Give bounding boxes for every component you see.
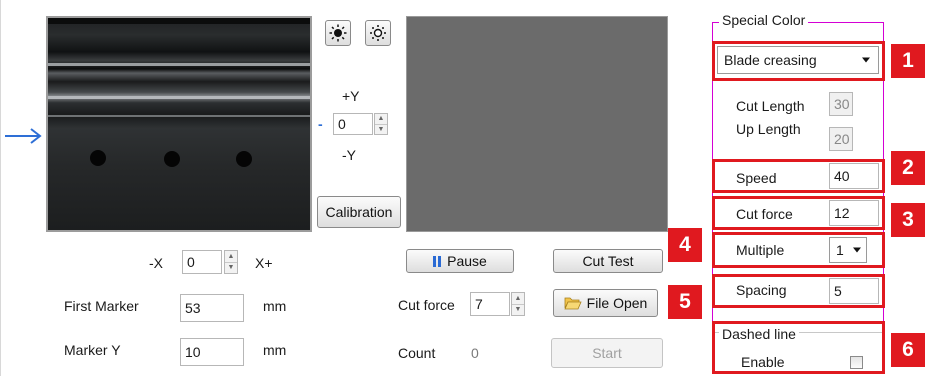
y-offset-input[interactable]: 0 <box>333 113 373 135</box>
cut-test-button[interactable]: Cut Test <box>553 249 663 273</box>
count-value: 0 <box>471 345 479 361</box>
plus-y-label: +Y <box>342 88 360 104</box>
multiple-value: 1 <box>836 242 844 258</box>
sun-filled-icon <box>329 24 347 42</box>
spin-down-icon[interactable]: ▼ <box>375 123 387 135</box>
cut-force-label: Cut force <box>398 297 455 313</box>
cut-force-input[interactable]: 7 <box>470 292 510 316</box>
spin-down-icon[interactable]: ▼ <box>225 261 237 274</box>
rail-highlight <box>48 115 310 117</box>
first-marker-label: First Marker <box>64 298 139 314</box>
y-position-marker: - <box>318 116 323 132</box>
x-offset-input[interactable]: 0 <box>182 250 222 274</box>
callout-badge-3: 3 <box>891 203 925 237</box>
mode-value: Blade creasing <box>724 52 817 68</box>
cut-length-input: 30 <box>829 92 853 116</box>
callout-badge-4: 4 <box>668 228 702 262</box>
brightness-down-button[interactable] <box>365 20 391 46</box>
cut-force-spinner[interactable]: ▲ ▼ <box>511 292 525 316</box>
arrow-right-icon <box>5 128 42 144</box>
spin-down-icon[interactable]: ▼ <box>512 303 524 316</box>
up-length-input: 20 <box>829 127 853 151</box>
plus-x-label: X+ <box>255 255 273 271</box>
file-open-button[interactable]: File Open <box>553 289 658 317</box>
multiple-label: Multiple <box>736 242 785 258</box>
enable-dashed-line-checkbox[interactable] <box>850 356 863 369</box>
pause-button[interactable]: Pause <box>406 249 514 273</box>
start-button[interactable]: Start <box>551 338 663 368</box>
brightness-up-button[interactable] <box>325 20 351 46</box>
special-color-mode-select[interactable]: Blade creasing <box>717 46 879 74</box>
chevron-down-icon <box>853 247 861 253</box>
enable-label: Enable <box>741 354 785 370</box>
cut-length-label: Cut Length <box>736 98 805 114</box>
special-cut-force-input[interactable]: 12 <box>829 200 879 226</box>
special-color-title: Special Color <box>719 12 809 28</box>
rail-highlight <box>48 63 310 66</box>
sun-outline-icon <box>370 25 386 41</box>
spin-up-icon[interactable]: ▲ <box>375 114 387 124</box>
minus-y-label: -Y <box>342 147 356 163</box>
pause-label: Pause <box>447 253 487 269</box>
speed-input[interactable]: 40 <box>829 163 879 189</box>
special-cut-force-label: Cut force <box>736 206 793 222</box>
marker-hole <box>164 151 180 167</box>
spacing-label: Spacing <box>736 282 787 298</box>
marker-hole <box>90 150 106 166</box>
rail-highlight <box>48 96 310 99</box>
callout-badge-2: 2 <box>891 151 925 185</box>
first-marker-input[interactable]: 53 <box>180 294 244 322</box>
callout-badge-5: 5 <box>668 285 702 319</box>
cut-preview-area <box>406 16 668 232</box>
chevron-down-icon <box>862 57 870 63</box>
spacing-input[interactable]: 5 <box>829 278 879 304</box>
spin-up-icon[interactable]: ▲ <box>512 293 524 304</box>
file-open-label: File Open <box>586 295 648 311</box>
y-offset-spinner[interactable]: ▲ ▼ <box>374 113 388 135</box>
marker-hole <box>236 151 252 167</box>
multiple-select[interactable]: 1 <box>829 237 867 263</box>
dashed-line-title: Dashed line <box>719 326 799 342</box>
callout-badge-6: 6 <box>891 333 925 367</box>
pause-icon <box>433 255 442 267</box>
cutter-control-panel: +Y - 0 ▲ ▼ -Y Calibration -X 0 ▲ ▼ X+ Firs… <box>0 0 929 376</box>
count-label: Count <box>398 345 436 361</box>
camera-view <box>46 16 312 232</box>
speed-label: Speed <box>736 170 777 186</box>
camera-edge <box>48 18 310 24</box>
minus-x-label: -X <box>149 255 163 271</box>
marker-y-input[interactable]: 10 <box>180 338 244 366</box>
marker-y-label: Marker Y <box>64 342 121 358</box>
calibration-button[interactable]: Calibration <box>317 196 401 228</box>
first-marker-unit: mm <box>263 298 287 314</box>
up-length-label: Up Length <box>736 121 801 137</box>
spin-up-icon[interactable]: ▲ <box>225 251 237 262</box>
marker-y-unit: mm <box>263 342 287 358</box>
callout-badge-1: 1 <box>891 44 925 78</box>
folder-open-icon <box>564 297 582 310</box>
x-offset-spinner[interactable]: ▲ ▼ <box>224 250 238 274</box>
